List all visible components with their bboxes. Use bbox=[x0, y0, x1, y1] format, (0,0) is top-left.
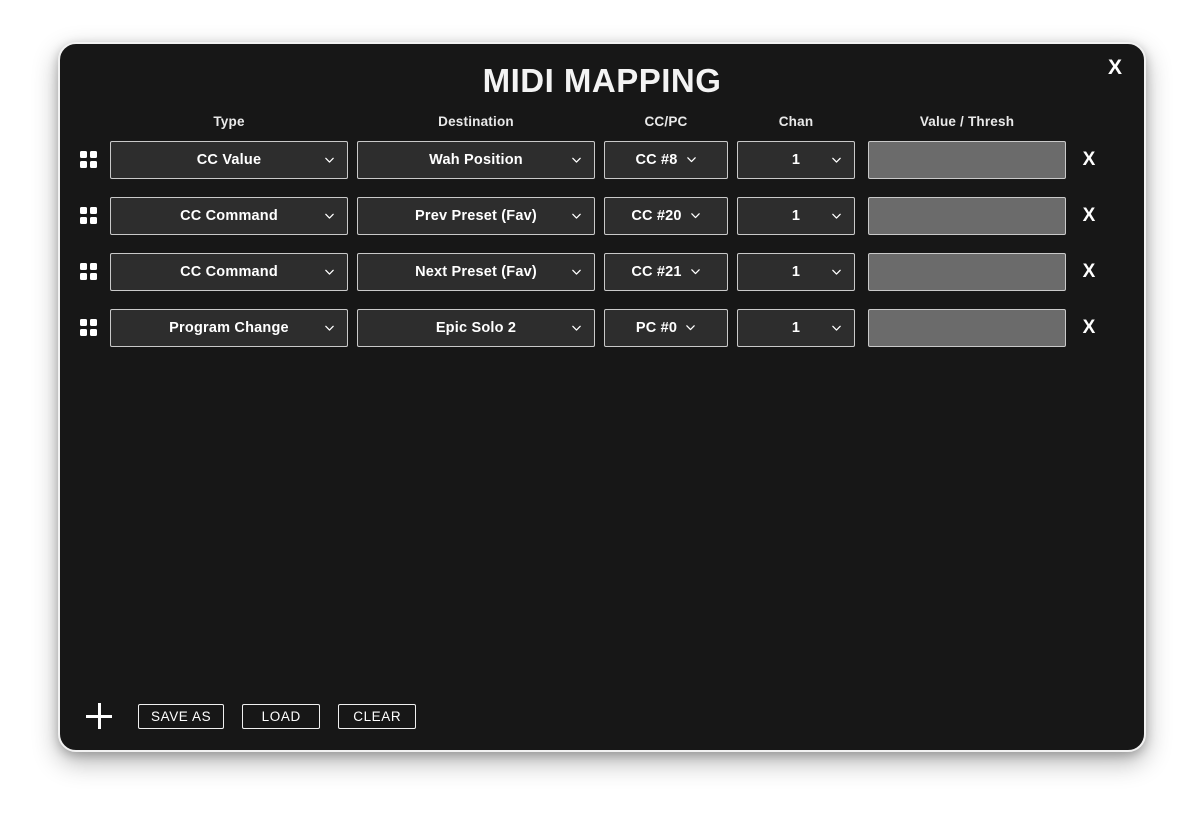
screen: X MIDI MAPPING Type Destination CC/PC Ch… bbox=[0, 0, 1200, 814]
value-thresh-input[interactable] bbox=[868, 196, 1066, 235]
close-icon[interactable]: X bbox=[1100, 52, 1130, 82]
destination-select-label: Wah Position bbox=[429, 151, 523, 168]
destination-select-label: Next Preset (Fav) bbox=[415, 263, 537, 280]
column-header-ccpc: CC/PC bbox=[644, 114, 688, 129]
column-header-destination: Destination bbox=[438, 114, 514, 129]
ccpc-select[interactable]: CC #20 bbox=[604, 196, 728, 235]
column-header-value: Value / Thresh bbox=[919, 114, 1015, 129]
destination-select-label: Prev Preset (Fav) bbox=[415, 207, 537, 224]
ccpc-select-label: CC #21 bbox=[631, 263, 682, 280]
table-row: Program Change Epic Solo 2 PC #0 1 X bbox=[60, 305, 1144, 350]
type-select[interactable]: CC Command bbox=[110, 196, 348, 235]
chan-select[interactable]: 1 bbox=[737, 196, 855, 235]
chan-select-label: 1 bbox=[791, 207, 801, 224]
delete-row-button[interactable]: X bbox=[1066, 318, 1112, 337]
chevron-down-icon bbox=[571, 266, 582, 277]
destination-select[interactable]: Prev Preset (Fav) bbox=[357, 196, 595, 235]
chan-select[interactable]: 1 bbox=[737, 140, 855, 179]
column-header-chan: Chan bbox=[778, 114, 814, 129]
drag-handle-icon[interactable] bbox=[80, 318, 98, 337]
chevron-down-icon bbox=[324, 210, 335, 221]
ccpc-select[interactable]: CC #8 bbox=[604, 140, 728, 179]
destination-select-label: Epic Solo 2 bbox=[435, 319, 517, 336]
chevron-down-icon bbox=[324, 154, 335, 165]
chevron-down-icon bbox=[831, 154, 842, 165]
chan-select[interactable]: 1 bbox=[737, 308, 855, 347]
ccpc-select[interactable]: PC #0 bbox=[604, 308, 728, 347]
destination-select[interactable]: Next Preset (Fav) bbox=[357, 252, 595, 291]
save-as-button[interactable]: SAVE AS bbox=[138, 703, 225, 729]
destination-select[interactable]: Epic Solo 2 bbox=[357, 308, 595, 347]
chevron-down-icon bbox=[831, 210, 842, 221]
type-select-label: Program Change bbox=[169, 319, 289, 336]
drag-handle-icon[interactable] bbox=[80, 206, 98, 225]
chevron-down-icon bbox=[324, 322, 335, 333]
chevron-down-icon bbox=[685, 322, 696, 333]
chevron-down-icon bbox=[690, 210, 701, 221]
chevron-down-icon bbox=[831, 266, 842, 277]
ccpc-select[interactable]: CC #21 bbox=[604, 252, 728, 291]
value-thresh-input[interactable] bbox=[868, 252, 1066, 291]
delete-row-button[interactable]: X bbox=[1066, 262, 1112, 281]
chevron-down-icon bbox=[686, 154, 697, 165]
drag-handle-icon[interactable] bbox=[80, 150, 98, 169]
delete-row-button[interactable]: X bbox=[1066, 206, 1112, 225]
chan-select[interactable]: 1 bbox=[737, 252, 855, 291]
type-select[interactable]: CC Value bbox=[110, 140, 348, 179]
type-select-label: CC Command bbox=[180, 263, 278, 280]
type-select-label: CC Value bbox=[196, 151, 262, 168]
chevron-down-icon bbox=[831, 322, 842, 333]
chevron-down-icon bbox=[571, 322, 582, 333]
chevron-down-icon bbox=[690, 266, 701, 277]
chan-select-label: 1 bbox=[791, 151, 801, 168]
table-header-row: Type Destination CC/PC Chan Value / Thre… bbox=[60, 114, 1144, 135]
chan-select-label: 1 bbox=[791, 319, 801, 336]
destination-select[interactable]: Wah Position bbox=[357, 140, 595, 179]
value-thresh-input[interactable] bbox=[868, 308, 1066, 347]
ccpc-select-label: CC #20 bbox=[631, 207, 682, 224]
type-select[interactable]: CC Command bbox=[110, 252, 348, 291]
table-row: CC Value Wah Position CC #8 1 X bbox=[60, 137, 1144, 182]
mapping-rows: CC Value Wah Position CC #8 1 X CC Command Pre… bbox=[60, 137, 1144, 350]
chevron-down-icon bbox=[571, 154, 582, 165]
load-button[interactable]: LOAD bbox=[242, 703, 321, 729]
ccpc-select-label: CC #8 bbox=[635, 151, 678, 168]
column-header-type: Type bbox=[213, 114, 245, 129]
drag-handle-icon[interactable] bbox=[80, 262, 98, 281]
chan-select-label: 1 bbox=[791, 263, 801, 280]
chevron-down-icon bbox=[324, 266, 335, 277]
table-row: CC Command Prev Preset (Fav) CC #20 1 X bbox=[60, 193, 1144, 238]
type-select[interactable]: Program Change bbox=[110, 308, 348, 347]
delete-row-button[interactable]: X bbox=[1066, 150, 1112, 169]
dialog-footer: SAVE AS LOAD CLEAR bbox=[60, 682, 1144, 750]
value-thresh-input[interactable] bbox=[868, 140, 1066, 179]
page-title: MIDI MAPPING bbox=[482, 62, 722, 99]
ccpc-select-label: PC #0 bbox=[635, 319, 678, 336]
table-row: CC Command Next Preset (Fav) CC #21 1 X bbox=[60, 249, 1144, 294]
chevron-down-icon bbox=[571, 210, 582, 221]
type-select-label: CC Command bbox=[180, 207, 278, 224]
plus-icon[interactable] bbox=[86, 703, 112, 729]
midi-mapping-dialog: X MIDI MAPPING Type Destination CC/PC Ch… bbox=[58, 42, 1146, 752]
clear-button[interactable]: CLEAR bbox=[338, 703, 417, 729]
